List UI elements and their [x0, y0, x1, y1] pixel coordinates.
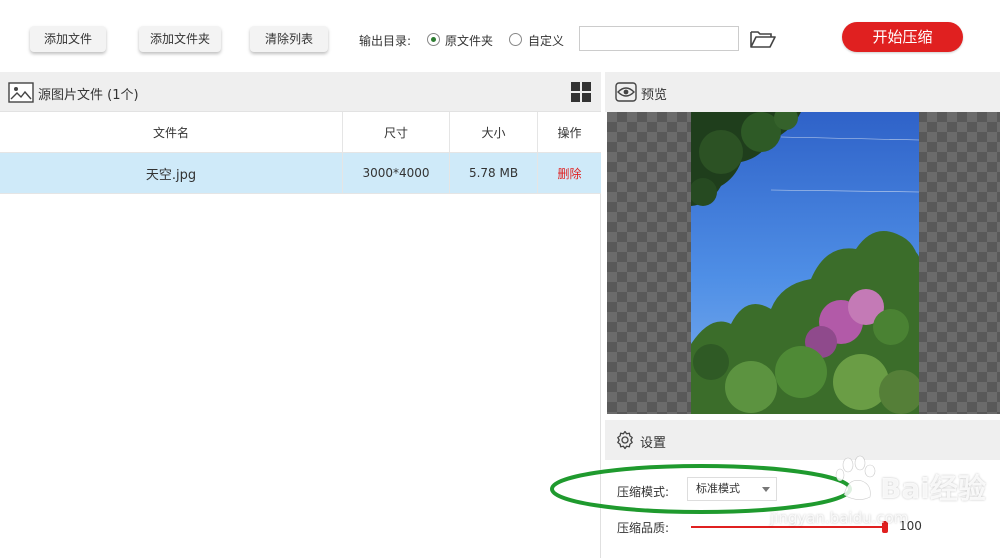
compress-quality-label: 压缩品质:	[617, 521, 670, 535]
preview-area	[607, 112, 1000, 414]
source-files-header: 源图片文件 (1个)	[0, 72, 601, 112]
column-header-size: 大小	[450, 112, 538, 152]
toolbar: 添加文件 添加文件夹 清除列表 输出目录: 原文件夹 自定义 开始压缩	[0, 0, 1000, 72]
chevron-down-icon	[762, 487, 770, 492]
original-folder-radio[interactable]	[427, 33, 440, 46]
output-directory-label: 输出目录:	[359, 34, 412, 48]
open-folder-icon[interactable]	[749, 28, 777, 50]
file-name-cell: 天空.jpg	[0, 153, 343, 193]
column-header-dimensions: 尺寸	[343, 112, 450, 152]
image-icon	[8, 82, 34, 103]
output-path-input[interactable]	[579, 26, 739, 51]
settings-title: 设置	[640, 436, 667, 451]
file-table: 文件名 尺寸 大小 操作 天空.jpg 3000*4000 5.78 MB 删除	[0, 112, 601, 194]
column-header-action: 操作	[557, 125, 582, 140]
table-row[interactable]: 天空.jpg 3000*4000 5.78 MB 删除	[0, 153, 601, 194]
delete-link[interactable]: 删除	[557, 165, 581, 182]
file-dimensions-cell: 3000*4000	[343, 153, 450, 193]
compress-mode-select[interactable]: 标准模式	[687, 477, 777, 501]
settings-header: 设置	[605, 420, 1000, 460]
custom-folder-radio[interactable]	[509, 33, 522, 46]
compress-mode-value: 标准模式	[696, 482, 740, 495]
preview-title: 预览	[641, 88, 668, 103]
custom-folder-label[interactable]: 自定义	[528, 32, 564, 49]
gear-icon	[617, 430, 633, 450]
preview-image	[691, 112, 919, 414]
compress-mode-label: 压缩模式:	[617, 485, 670, 499]
preview-header: 预览	[605, 72, 1000, 112]
table-header: 文件名 尺寸 大小 操作	[0, 112, 601, 153]
quality-value: 100	[899, 519, 922, 533]
source-files-title: 源图片文件 (1个)	[38, 88, 139, 103]
clear-list-button[interactable]: 清除列表	[250, 26, 328, 52]
action-cell: 删除	[538, 153, 601, 193]
right-panel: 预览 设置 压缩模式: 标准模式 压缩品质: 100	[605, 72, 1000, 558]
column-header-filename: 文件名	[0, 112, 343, 152]
source-files-panel: 源图片文件 (1个) 文件名 尺寸 大小 操作 天空.jpg 3000*4000…	[0, 72, 601, 558]
add-folder-button[interactable]: 添加文件夹	[139, 26, 221, 52]
file-size-cell: 5.78 MB	[450, 153, 538, 193]
add-file-button[interactable]: 添加文件	[30, 26, 106, 52]
grid-view-icon[interactable]	[571, 82, 591, 102]
original-folder-label[interactable]: 原文件夹	[445, 32, 493, 49]
eye-icon	[615, 82, 637, 102]
quality-slider-thumb[interactable]	[882, 521, 888, 533]
start-compress-button[interactable]: 开始压缩	[842, 22, 963, 52]
quality-slider-track[interactable]	[691, 526, 887, 528]
